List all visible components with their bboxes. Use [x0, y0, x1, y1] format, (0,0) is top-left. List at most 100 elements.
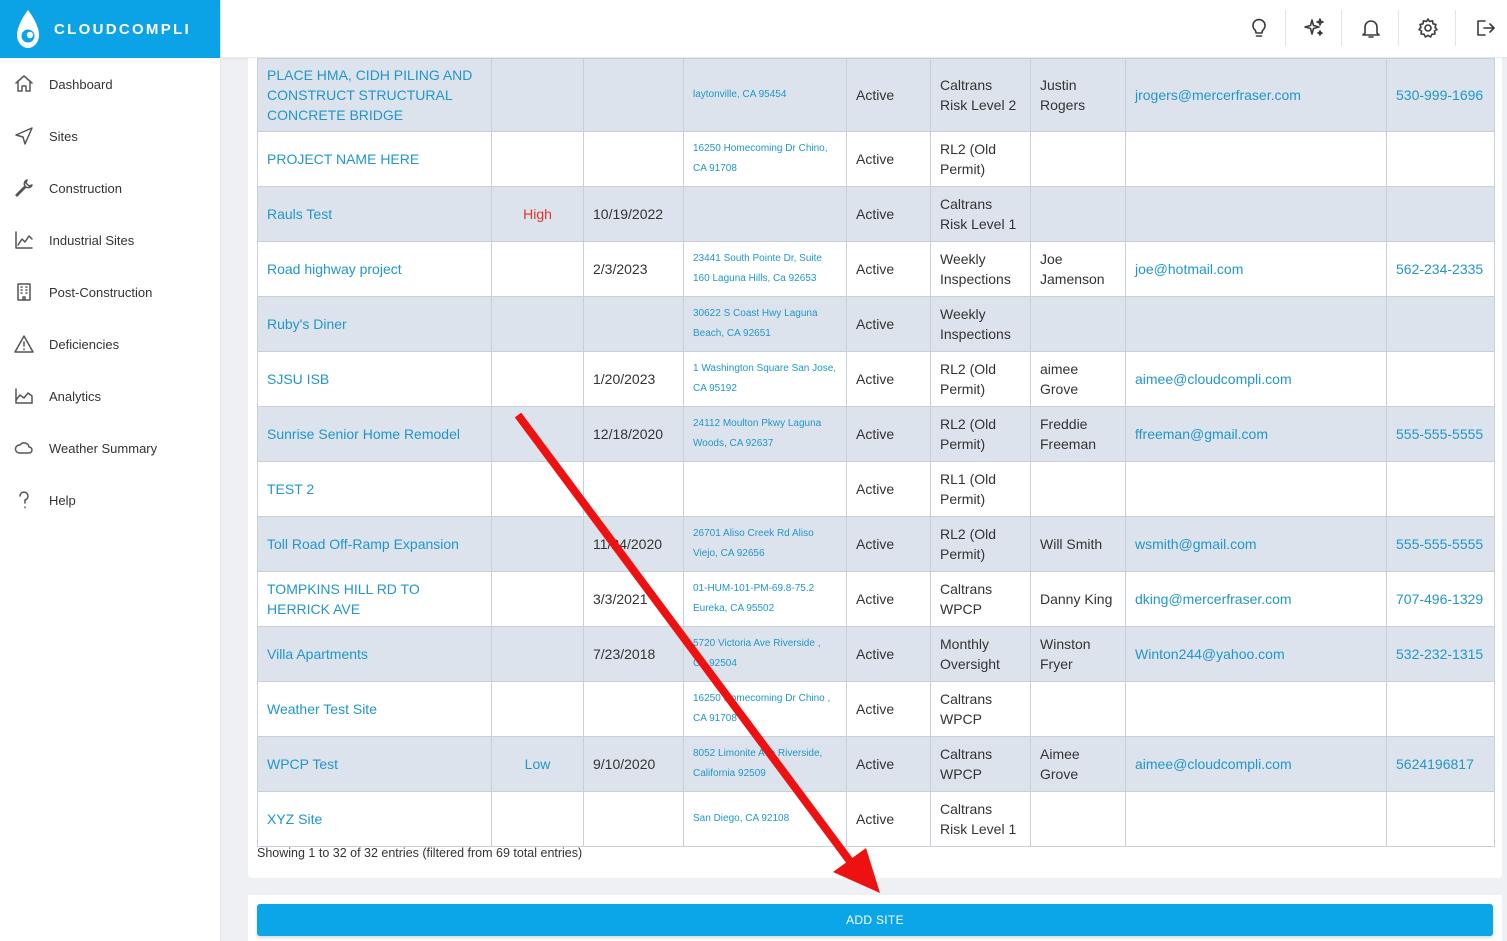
- email-link[interactable]: wsmith@gmail.com: [1125, 516, 1387, 572]
- sidebar-item-label: Sites: [49, 128, 78, 144]
- sidebar-item-label: Industrial Sites: [49, 232, 135, 248]
- phone-link[interactable]: 5624196817: [1386, 736, 1495, 792]
- table-row[interactable]: Sunrise Senior Home Remodel 12/18/2020 241…: [257, 406, 1495, 462]
- site-name-link[interactable]: Toll Road Off-Ramp Expansion: [257, 516, 492, 572]
- gear-icon[interactable]: [1410, 10, 1446, 46]
- table-row[interactable]: WPCP Test Low 9/10/2020 8052 Limonite Ave R…: [257, 736, 1495, 792]
- risk-cell: [491, 516, 584, 572]
- phone-link: [1386, 461, 1495, 517]
- permit-type-cell: Monthly Oversight: [930, 626, 1031, 682]
- phone-link[interactable]: 707-496-1329: [1386, 571, 1495, 627]
- site-name-link[interactable]: Weather Test Site: [257, 681, 492, 737]
- site-name-link[interactable]: TEST 2: [257, 461, 492, 517]
- phone-link[interactable]: 555-555-5555: [1386, 406, 1495, 462]
- sidebar-item-help[interactable]: Help: [0, 474, 220, 526]
- home-icon: [13, 73, 35, 95]
- address-cell: 01-HUM-101-PM-69.8-75.2 Eureka, CA 95502: [683, 571, 847, 627]
- sites-table-card: PLACE HMA, CIDH PILING AND CONSTRUCT STR…: [248, 58, 1502, 878]
- table-row[interactable]: Villa Apartments 7/23/2018 5720 Victoria A…: [257, 626, 1495, 682]
- contact-name-cell: Freddie Freeman: [1030, 406, 1126, 462]
- risk-cell: [491, 296, 584, 352]
- table-row[interactable]: XYZ Site San Diego, CA 92108 Active Caltran…: [257, 791, 1495, 847]
- phone-link[interactable]: 555-555-5555: [1386, 516, 1495, 572]
- table-row[interactable]: PLACE HMA, CIDH PILING AND CONSTRUCT STR…: [257, 58, 1495, 132]
- table-entries-info: Showing 1 to 32 of 32 entries (filtered …: [257, 846, 583, 860]
- table-row[interactable]: TOMPKINS HILL RD TO HERRICK AVE 3/3/2021 0…: [257, 571, 1495, 627]
- area-chart-icon: [13, 385, 35, 407]
- site-name-link[interactable]: PROJECT NAME HERE: [257, 131, 492, 187]
- add-site-button[interactable]: ADD SITE: [257, 904, 1493, 936]
- date-cell: 3/3/2021: [583, 571, 684, 627]
- date-cell: 7/23/2018: [583, 626, 684, 682]
- table-row[interactable]: TEST 2 Active RL1 (Old Permit): [257, 461, 1495, 517]
- table-row[interactable]: Rauls Test High 10/19/2022 Active Caltrans R…: [257, 186, 1495, 242]
- contact-name-cell: [1030, 791, 1126, 847]
- email-link[interactable]: dking@mercerfraser.com: [1125, 571, 1387, 627]
- risk-cell: [491, 406, 584, 462]
- sidebar-item-dashboard[interactable]: Dashboard: [0, 58, 220, 110]
- phone-link[interactable]: 562-234-2335: [1386, 241, 1495, 297]
- sidebar-item-industrial-sites[interactable]: Industrial Sites: [0, 214, 220, 266]
- address-cell: 30622 S Coast Hwy Laguna Beach, CA 92651: [683, 296, 847, 352]
- address-cell: 1 Washington Square San Jose, CA 95192: [683, 351, 847, 407]
- email-link[interactable]: joe@hotmail.com: [1125, 241, 1387, 297]
- email-link: [1125, 296, 1387, 352]
- date-cell: [583, 131, 684, 187]
- email-link[interactable]: aimee@cloudcompli.com: [1125, 351, 1387, 407]
- sparkles-icon[interactable]: [1296, 10, 1332, 46]
- sidebar-item-weather-summary[interactable]: Weather Summary: [0, 422, 220, 474]
- sidebar-item-analytics[interactable]: Analytics: [0, 370, 220, 422]
- phone-link: [1386, 351, 1495, 407]
- permit-type-cell: Caltrans WPCP: [930, 736, 1031, 792]
- email-link[interactable]: ffreeman@gmail.com: [1125, 406, 1387, 462]
- contact-name-cell: aimee Grove: [1030, 351, 1126, 407]
- toolbar-divider: [1455, 10, 1456, 46]
- site-name-link[interactable]: WPCP Test: [257, 736, 492, 792]
- table-row[interactable]: Toll Road Off-Ramp Expansion 11/24/2020 26…: [257, 516, 1495, 572]
- site-name-link[interactable]: Villa Apartments: [257, 626, 492, 682]
- site-name-link[interactable]: Road highway project: [257, 241, 492, 297]
- brand-header[interactable]: CLOUDCOMPLI: [0, 0, 220, 58]
- email-link[interactable]: Winton244@yahoo.com: [1125, 626, 1387, 682]
- email-link[interactable]: aimee@cloudcompli.com: [1125, 736, 1387, 792]
- site-name-link[interactable]: SJSU ISB: [257, 351, 492, 407]
- address-cell: 16250 Homecoming Dr Chino , CA 91708: [683, 681, 847, 737]
- table-row[interactable]: Weather Test Site 16250 Homecoming Dr Chi…: [257, 681, 1495, 737]
- sidebar-item-label: Analytics: [49, 388, 102, 404]
- sidebar-item-construction[interactable]: Construction: [0, 162, 220, 214]
- phone-link: [1386, 131, 1495, 187]
- phone-link[interactable]: 530-999-1696: [1386, 58, 1495, 132]
- address-cell: [683, 186, 847, 242]
- site-name-link[interactable]: XYZ Site: [257, 791, 492, 847]
- site-name-link[interactable]: PLACE HMA, CIDH PILING AND CONSTRUCT STR…: [257, 58, 492, 132]
- logout-icon[interactable]: [1467, 10, 1503, 46]
- phone-link: [1386, 186, 1495, 242]
- sidebar-item-deficiencies[interactable]: Deficiencies: [0, 318, 220, 370]
- address-cell: 23441 South Pointe Dr, Suite 160 Laguna …: [683, 241, 847, 297]
- cloud-icon: [13, 437, 35, 459]
- table-row[interactable]: Ruby's Diner 30622 S Coast Hwy Laguna Bea…: [257, 296, 1495, 352]
- status-cell: Active: [846, 571, 931, 627]
- site-name-link[interactable]: Ruby's Diner: [257, 296, 492, 352]
- sidebar-item-post-construction[interactable]: Post-Construction: [0, 266, 220, 318]
- date-cell: 2/3/2023: [583, 241, 684, 297]
- phone-link[interactable]: 532-232-1315: [1386, 626, 1495, 682]
- email-link: [1125, 186, 1387, 242]
- table-row[interactable]: Road highway project 2/3/2023 23441 South …: [257, 241, 1495, 297]
- site-name-link[interactable]: TOMPKINS HILL RD TO HERRICK AVE: [257, 571, 492, 627]
- address-cell: 16250 Homecoming Dr Chino, CA 91708: [683, 131, 847, 187]
- email-link[interactable]: jrogers@mercerfraser.com: [1125, 58, 1387, 132]
- table-row[interactable]: SJSU ISB 1/20/2023 1 Washington Square San…: [257, 351, 1495, 407]
- site-name-link[interactable]: Rauls Test: [257, 186, 492, 242]
- contact-name-cell: Justin Rogers: [1030, 58, 1126, 132]
- site-name-link[interactable]: Sunrise Senior Home Remodel: [257, 406, 492, 462]
- sidebar-item-sites[interactable]: Sites: [0, 110, 220, 162]
- status-cell: Active: [846, 296, 931, 352]
- risk-cell: [491, 461, 584, 517]
- table-row[interactable]: PROJECT NAME HERE 16250 Homecoming Dr Chi…: [257, 131, 1495, 187]
- date-cell: [583, 461, 684, 517]
- lightbulb-icon[interactable]: [1241, 10, 1277, 46]
- address-cell: 5720 Victoria Ave Riverside , CA 92504: [683, 626, 847, 682]
- bell-icon[interactable]: [1353, 10, 1389, 46]
- permit-type-cell: RL2 (Old Permit): [930, 131, 1031, 187]
